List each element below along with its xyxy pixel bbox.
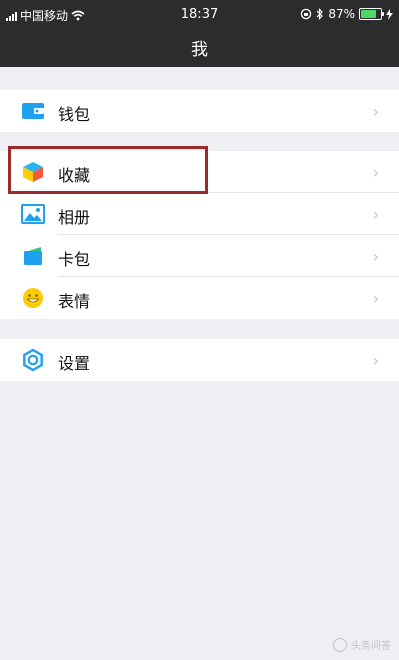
favorites-cube-icon [21, 161, 45, 183]
status-bar: 中国移动 18:37 87% [0, 0, 399, 30]
chevron-right-icon: › [372, 247, 379, 266]
settings-group: 设置 › [0, 339, 399, 381]
settings-gear-icon [21, 349, 45, 371]
menu-item-wallet[interactable]: 钱包 › [0, 90, 399, 132]
card-package-icon [21, 245, 45, 267]
album-picture-icon [21, 203, 45, 225]
watermark-text: 头条问答 [351, 641, 391, 652]
page-title: 我 [191, 40, 208, 60]
watermark: 头条问答 [333, 637, 391, 652]
chevron-right-icon: › [372, 102, 379, 121]
menu-item-settings[interactable]: 设置 › [0, 339, 399, 381]
charging-bolt-icon [386, 8, 393, 20]
menu-item-label: 钱包 [58, 105, 91, 124]
menu-item-label: 相册 [58, 208, 91, 227]
emoji-smile-icon [21, 287, 45, 309]
menu-item-label: 卡包 [58, 250, 91, 269]
wallet-icon [21, 100, 45, 122]
battery-icon [359, 8, 384, 20]
content-group: 收藏 › 相册 › 卡包 › 表情 › [0, 151, 399, 319]
menu-item-label: 表情 [58, 292, 91, 311]
bluetooth-icon [316, 8, 324, 20]
header-bar: 中国移动 18:37 87% 我 [0, 0, 399, 67]
wallet-group: 钱包 › [0, 90, 399, 132]
menu-item-emoji[interactable]: 表情 › [0, 277, 399, 319]
chevron-right-icon: › [372, 205, 379, 224]
chevron-right-icon: › [372, 163, 379, 182]
battery-percent: 87% [328, 7, 355, 21]
menu-item-label: 收藏 [58, 166, 91, 185]
menu-item-label: 设置 [58, 354, 91, 373]
menu-item-card-package[interactable]: 卡包 › [0, 235, 399, 277]
rotation-lock-icon [301, 8, 312, 20]
menu-item-album[interactable]: 相册 › [0, 193, 399, 235]
chevron-right-icon: › [372, 289, 379, 308]
watermark-logo-icon [333, 637, 347, 652]
menu-item-favorites[interactable]: 收藏 › [0, 151, 399, 193]
chevron-right-icon: › [372, 351, 379, 370]
